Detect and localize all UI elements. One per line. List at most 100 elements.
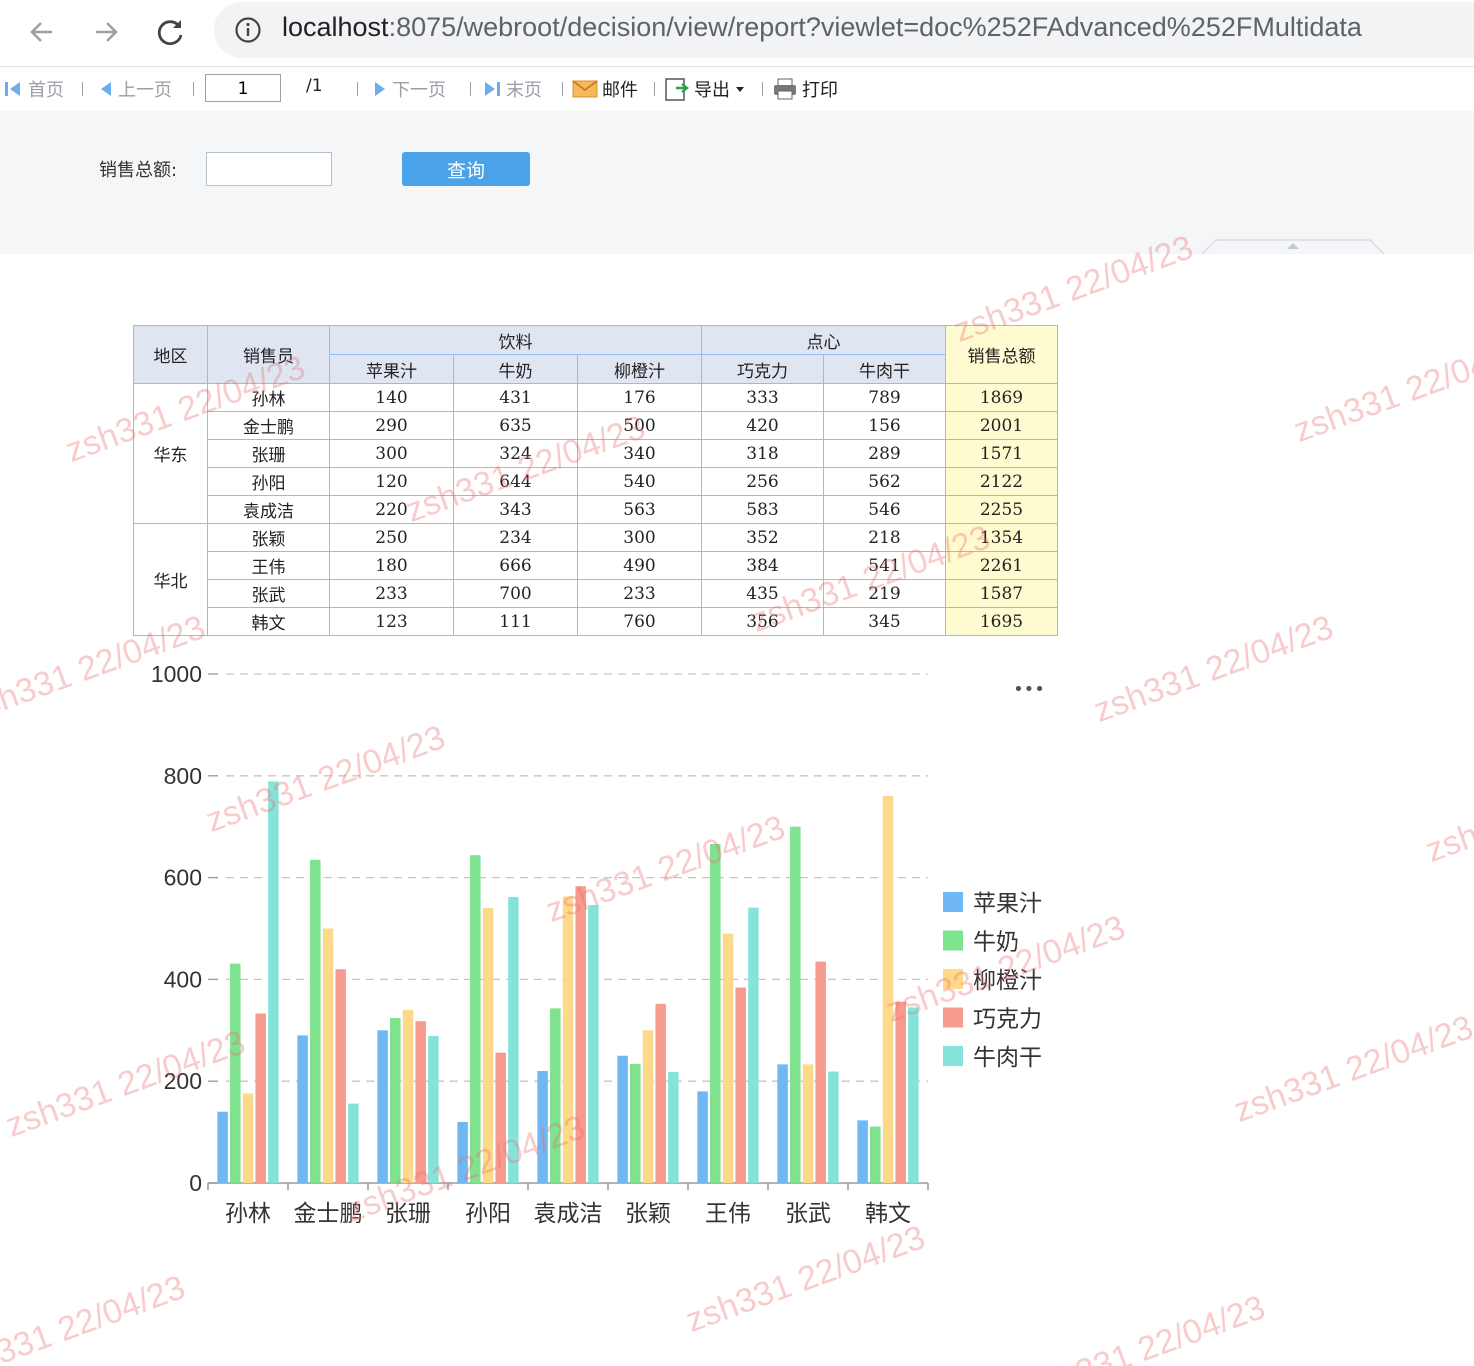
region-cell: 华东	[133, 383, 208, 524]
value-cell: 789	[823, 383, 946, 412]
back-arrow-icon[interactable]	[22, 12, 62, 52]
export-button[interactable]: 导出	[664, 76, 746, 102]
value-cell: 140	[329, 383, 454, 412]
value-cell: 760	[577, 607, 702, 636]
more-menu-icon[interactable]: •••	[1013, 679, 1045, 700]
header-product: 巧克力	[701, 354, 824, 384]
reload-icon[interactable]	[150, 12, 190, 52]
legend-swatch	[943, 1046, 963, 1066]
value-cell: 219	[823, 579, 946, 608]
bar-牛肉干	[828, 1071, 839, 1183]
total-cell: 2255	[945, 495, 1058, 524]
parameter-panel: 销售总额: 查询	[0, 111, 1474, 254]
bar-柳橙汁	[562, 896, 574, 1183]
value-cell: 666	[453, 551, 578, 580]
value-cell: 180	[329, 551, 454, 580]
value-cell: 220	[329, 495, 454, 524]
prev-page-button[interactable]: 上一页	[98, 76, 172, 102]
prev-page-icon	[101, 82, 111, 96]
bar-巧克力	[495, 1052, 506, 1183]
query-button[interactable]: 查询	[402, 152, 530, 186]
y-tick-label: 0	[189, 1170, 202, 1196]
browser-bar: localhost:8075/webroot/decision/view/rep…	[0, 0, 1474, 62]
value-cell: 352	[701, 523, 824, 552]
x-tick-label: 金士鹏	[294, 1201, 363, 1227]
bar-牛奶	[710, 844, 721, 1183]
bar-巧克力	[655, 1003, 666, 1183]
print-button[interactable]: 打印	[772, 76, 838, 102]
total-cell: 1695	[945, 607, 1058, 636]
value-cell: 562	[823, 467, 946, 496]
value-cell: 420	[701, 411, 824, 440]
legend-label: 巧克力	[973, 1007, 1042, 1033]
bar-巧克力	[575, 886, 586, 1183]
value-cell: 233	[577, 579, 702, 608]
sales-total-input[interactable]	[206, 152, 332, 186]
sales-bar-chart: 0 200 400 600 800 1000 孙林 金士鹏 张珊 孙阳 袁成洁 张颖 王伟 张武 韩文 苹果汁…	[151, 661, 1045, 1227]
bar-牛奶	[870, 1126, 881, 1183]
bar-牛肉干	[908, 1007, 919, 1183]
table-row: 韩文 123 111 760 356 345 1695	[134, 607, 1058, 636]
y-tick-label: 800	[164, 763, 202, 789]
value-cell: 635	[453, 411, 578, 440]
page-number-input[interactable]: 1	[205, 74, 281, 102]
header-sales-total: 销售总额	[945, 325, 1058, 384]
table-row: 孙阳 120 644 540 256 562 2122	[134, 467, 1058, 496]
bar-柳橙汁	[802, 1064, 814, 1183]
y-tick-label: 1000	[151, 661, 202, 687]
bar-柳橙汁	[322, 928, 334, 1183]
bar-巧克力	[415, 1021, 426, 1183]
value-cell: 250	[329, 523, 454, 552]
total-cell: 2122	[945, 467, 1058, 496]
first-page-label: 首页	[28, 80, 64, 101]
header-region: 地区	[133, 325, 208, 384]
toolbar-divider	[762, 82, 763, 96]
bar-牛肉干	[508, 896, 519, 1183]
seller-cell: 张武	[207, 579, 330, 608]
value-cell: 384	[701, 551, 824, 580]
legend-swatch	[943, 969, 963, 989]
export-label: 导出	[694, 80, 730, 101]
bar-苹果汁	[697, 1091, 708, 1183]
toolbar-divider	[82, 82, 83, 96]
value-cell: 583	[701, 495, 824, 524]
bar-巧克力	[895, 1001, 906, 1183]
address-bar[interactable]: localhost:8075/webroot/decision/view/rep…	[214, 2, 1474, 58]
value-cell: 540	[577, 467, 702, 496]
bar-苹果汁	[377, 1030, 388, 1183]
value-cell: 343	[453, 495, 578, 524]
total-cell: 2001	[945, 411, 1058, 440]
legend-label: 柳橙汁	[973, 968, 1042, 994]
value-cell: 644	[453, 467, 578, 496]
bar-牛奶	[230, 963, 241, 1183]
bar-牛肉干	[428, 1035, 439, 1183]
x-tick-label: 袁成洁	[534, 1201, 603, 1227]
bar-柳橙汁	[882, 796, 894, 1183]
value-cell: 345	[823, 607, 946, 636]
value-cell: 340	[577, 439, 702, 468]
header-product: 牛肉干	[823, 354, 946, 384]
bar-苹果汁	[777, 1064, 788, 1183]
value-cell: 156	[823, 411, 946, 440]
collapse-arrow-icon	[1201, 239, 1385, 255]
first-page-button[interactable]: 首页	[4, 76, 64, 102]
value-cell: 123	[329, 607, 454, 636]
toolbar-divider	[357, 82, 358, 96]
bar-牛奶	[470, 855, 481, 1183]
value-cell: 300	[577, 523, 702, 552]
legend-swatch	[943, 930, 963, 951]
last-page-icon	[485, 82, 500, 96]
seller-cell: 张珊	[207, 439, 330, 468]
last-page-button[interactable]: 末页	[482, 76, 542, 102]
value-cell: 233	[329, 579, 454, 608]
mail-icon	[572, 80, 598, 98]
bar-柳橙汁	[722, 933, 734, 1183]
forward-arrow-icon[interactable]	[86, 12, 126, 52]
next-page-button[interactable]: 下一页	[372, 76, 446, 102]
total-cell: 1869	[945, 383, 1058, 412]
info-icon[interactable]	[234, 16, 262, 44]
collapse-panel-tab[interactable]	[1201, 238, 1385, 255]
total-cell: 1587	[945, 579, 1058, 608]
email-button[interactable]: 邮件	[572, 76, 638, 102]
table-row: 王伟 180 666 490 384 541 2261	[134, 551, 1058, 580]
